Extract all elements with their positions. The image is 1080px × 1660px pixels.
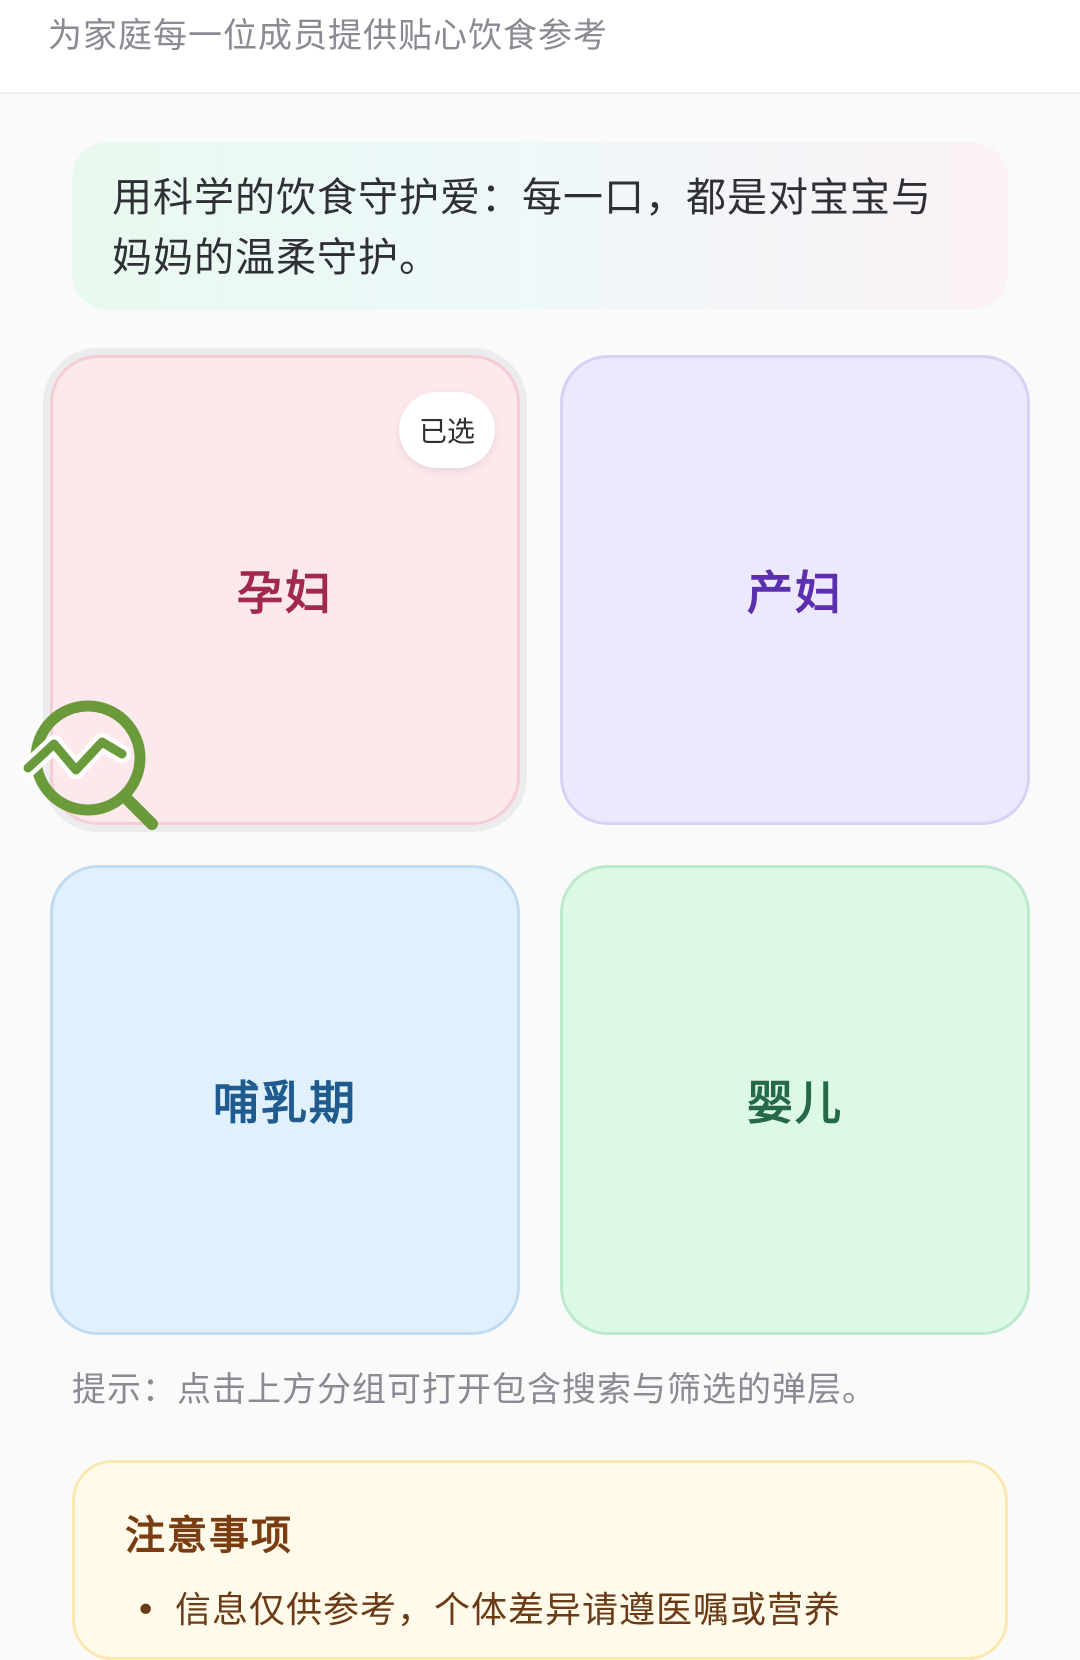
notice-item-text: 信息仅供参考，个体差异请遵医嘱或营养	[175, 1590, 842, 1631]
notice-title: 注意事项	[125, 1513, 293, 1559]
group-label-lactation: 哺乳期	[213, 1076, 357, 1130]
slogan-text: 用科学的饮食守护爱：每一口，都是对宝宝与妈妈的温柔守护。	[112, 175, 932, 281]
hint-text: 提示：点击上方分组可打开包含搜索与筛选的弹层。	[72, 1370, 877, 1410]
group-card-postpartum[interactable]: 产妇	[560, 355, 1030, 825]
slogan-banner: 用科学的饮食守护爱：每一口，都是对宝宝与妈妈的温柔守护。	[72, 142, 1008, 310]
bullet-icon: •	[135, 1590, 158, 1631]
header: 为家庭每一位成员提供贴心饮食参考	[0, 0, 1080, 94]
group-card-lactation[interactable]: 哺乳期	[50, 865, 520, 1335]
page-subtitle: 为家庭每一位成员提供贴心饮食参考	[48, 16, 608, 56]
notice-item: • 信息仅供参考，个体差异请遵医嘱或营养	[135, 1581, 841, 1633]
trend-search-icon[interactable]	[19, 700, 160, 830]
group-label-postpartum: 产妇	[747, 566, 843, 620]
group-label-pregnant: 孕妇	[237, 566, 333, 620]
group-label-infant: 婴儿	[747, 1076, 843, 1130]
selected-badge: 已选	[399, 392, 495, 468]
group-card-infant[interactable]: 婴儿	[560, 865, 1030, 1335]
notice-panel: 注意事项 • 信息仅供参考，个体差异请遵医嘱或营养	[72, 1460, 1008, 1660]
